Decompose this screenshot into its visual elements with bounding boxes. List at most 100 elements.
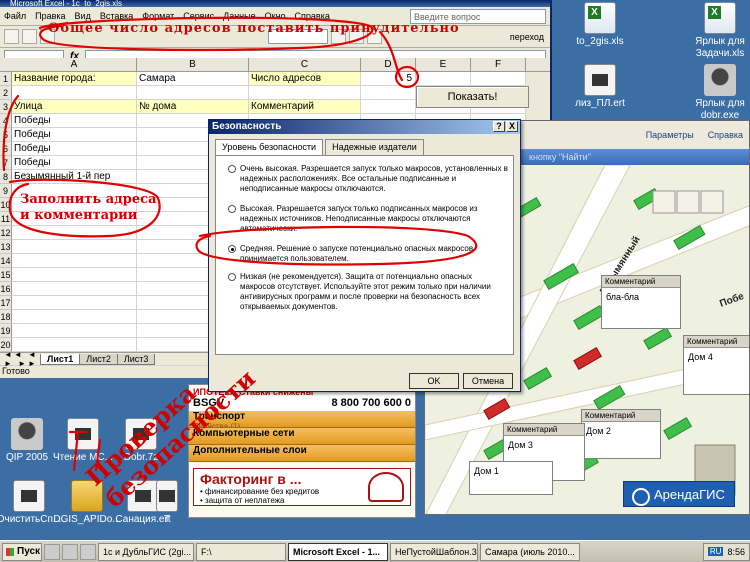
cell-b1[interactable]: Самара (137, 72, 249, 86)
desktop-icon-t[interactable]: Т (152, 480, 182, 526)
row-header[interactable]: 2 (0, 86, 12, 100)
menu-file[interactable]: Файл (4, 11, 26, 21)
menu-view[interactable]: Вид (75, 11, 91, 21)
grid-cell[interactable] (361, 100, 416, 114)
language-indicator[interactable]: RU (707, 547, 724, 556)
row-header[interactable]: 7 (0, 156, 12, 170)
column-header-b[interactable]: B (137, 58, 249, 72)
grid-cell[interactable] (12, 240, 137, 254)
row-header[interactable]: 11 (0, 212, 12, 226)
grid-cell[interactable] (12, 86, 137, 100)
cell-c1[interactable]: Число адресов (249, 72, 361, 86)
radio-icon[interactable] (228, 165, 236, 173)
cell-c3[interactable]: Комментарий (249, 100, 361, 114)
row-header[interactable]: 13 (0, 240, 12, 254)
cell-d1[interactable]: 5 (361, 72, 416, 86)
column-header-f[interactable]: F (471, 58, 526, 72)
row-header[interactable]: 4 (0, 114, 12, 128)
grid-cell[interactable] (12, 296, 137, 310)
grid-cell[interactable] (12, 324, 137, 338)
grid-cell[interactable] (12, 310, 137, 324)
comment-note-3[interactable]: Комментарий Дом 2 (581, 409, 661, 459)
desktop-icon-to-2gis[interactable]: to_2gis.xls (565, 2, 635, 48)
cell-a3[interactable]: Улица (12, 100, 137, 114)
comment-note-5[interactable]: Дом 1 (469, 461, 553, 495)
option-very-high[interactable]: Очень высокая. Разрешается запуск только… (228, 164, 508, 194)
close-button[interactable]: X (506, 121, 518, 132)
radio-checked-icon[interactable] (228, 245, 236, 253)
factoring-ad[interactable]: Факторинг в ... • финансирование без кре… (193, 468, 411, 506)
excel-titlebar[interactable]: Microsoft Excel - 1c_to_2gis.xls (0, 0, 550, 7)
row-header[interactable]: 1 (0, 72, 12, 86)
help-link[interactable]: Справка (708, 130, 743, 140)
comment-note-1[interactable]: Комментарий бла-бла (601, 275, 681, 329)
row-header[interactable]: 16 (0, 282, 12, 296)
row-header[interactable]: 19 (0, 324, 12, 338)
grid-cell[interactable] (12, 226, 137, 240)
row-header[interactable]: 15 (0, 268, 12, 282)
new-file-icon[interactable] (4, 29, 19, 44)
row-header[interactable]: 10 (0, 198, 12, 212)
sheet-tab-1[interactable]: Лист1 (40, 353, 81, 365)
row-header[interactable]: 9 (0, 184, 12, 198)
column-header-a[interactable]: A (12, 58, 137, 72)
menu-tools[interactable]: Сервис (183, 11, 214, 21)
comment-note-2[interactable]: Комментарий Дом 4 (683, 335, 749, 395)
radio-icon[interactable] (228, 273, 236, 281)
menu-edit[interactable]: Правка (35, 11, 65, 21)
cell-b3[interactable]: № дома (137, 100, 249, 114)
grid-cell[interactable] (137, 86, 249, 100)
tab-security-level[interactable]: Уровень безопасности (215, 139, 324, 156)
show-button[interactable]: Показать! (416, 86, 529, 108)
cell-a1[interactable]: Название города: (12, 72, 137, 86)
taskbar-button-1s[interactable]: 1с и ДубльГИС (2gi... (98, 542, 194, 561)
tray-clock[interactable]: 8:56 (727, 547, 745, 557)
grid-cell[interactable] (12, 282, 137, 296)
column-header-c[interactable]: C (249, 58, 361, 72)
menu-data[interactable]: Данные (223, 11, 256, 21)
grid-cell[interactable] (12, 268, 137, 282)
toolbar-goto-label[interactable]: переход (510, 32, 544, 42)
column-header-d[interactable]: D (361, 58, 416, 72)
column-header-e[interactable]: E (416, 58, 471, 72)
cell-a8[interactable]: Безымянный 1-й пер (12, 170, 137, 184)
row-header[interactable]: 8 (0, 170, 12, 184)
dialog-titlebar[interactable]: Безопасность ? X (209, 120, 520, 134)
grid-cell[interactable] (12, 254, 137, 268)
quicklaunch-ie-icon[interactable] (44, 543, 60, 560)
cell-a4[interactable]: Победы (12, 114, 137, 128)
params-link[interactable]: Параметры (646, 130, 694, 140)
row-header[interactable]: 5 (0, 128, 12, 142)
start-button[interactable]: Пуск (2, 542, 42, 561)
grid-cell[interactable] (249, 86, 361, 100)
menu-insert[interactable]: Вставка (100, 11, 133, 21)
option-medium[interactable]: Средняя. Решение о запуске потенциально … (228, 244, 508, 264)
taskbar-button-samara[interactable]: Самара (июль 2010... (480, 542, 580, 561)
desktop-icon-dobr-exe[interactable]: Ярлык для dobr.exe (685, 64, 750, 122)
cancel-button[interactable]: Отмена (463, 373, 513, 389)
grid-cell[interactable] (361, 86, 416, 100)
menu-window[interactable]: Окно (265, 11, 286, 21)
row-header[interactable]: 12 (0, 226, 12, 240)
open-folder-icon[interactable] (22, 29, 37, 44)
cell-a6[interactable]: Победы (12, 142, 137, 156)
row-header[interactable]: 6 (0, 142, 12, 156)
row-header[interactable]: 18 (0, 310, 12, 324)
cell-a5[interactable]: Победы (12, 128, 137, 142)
quicklaunch-opera-icon[interactable] (62, 543, 78, 560)
quicklaunch-explorer-icon[interactable] (80, 543, 96, 560)
desktop-icon-liz-pl[interactable]: лиз_ПЛ.ert (565, 64, 635, 110)
layer-computer-networks[interactable]: Компьютерные сети (189, 428, 415, 445)
desktop-icon-zadachi[interactable]: Ярлык для Задачи.xls (685, 2, 750, 60)
option-high[interactable]: Высокая. Разрешается запуск только подпи… (228, 204, 508, 234)
sheet-tab-3[interactable]: Лист3 (116, 353, 156, 365)
grid-cell[interactable] (471, 72, 526, 86)
sheet-tab-2[interactable]: Лист2 (79, 353, 118, 365)
taskbar-button-excel[interactable]: Microsoft Excel - 1... (288, 542, 388, 561)
grid-cell[interactable] (416, 72, 471, 86)
row-header[interactable]: 17 (0, 296, 12, 310)
layer-additional[interactable]: Дополнительные слои (189, 445, 415, 462)
menu-format[interactable]: Формат (142, 11, 174, 21)
row-header[interactable]: 14 (0, 254, 12, 268)
help-button[interactable]: ? (493, 121, 505, 132)
